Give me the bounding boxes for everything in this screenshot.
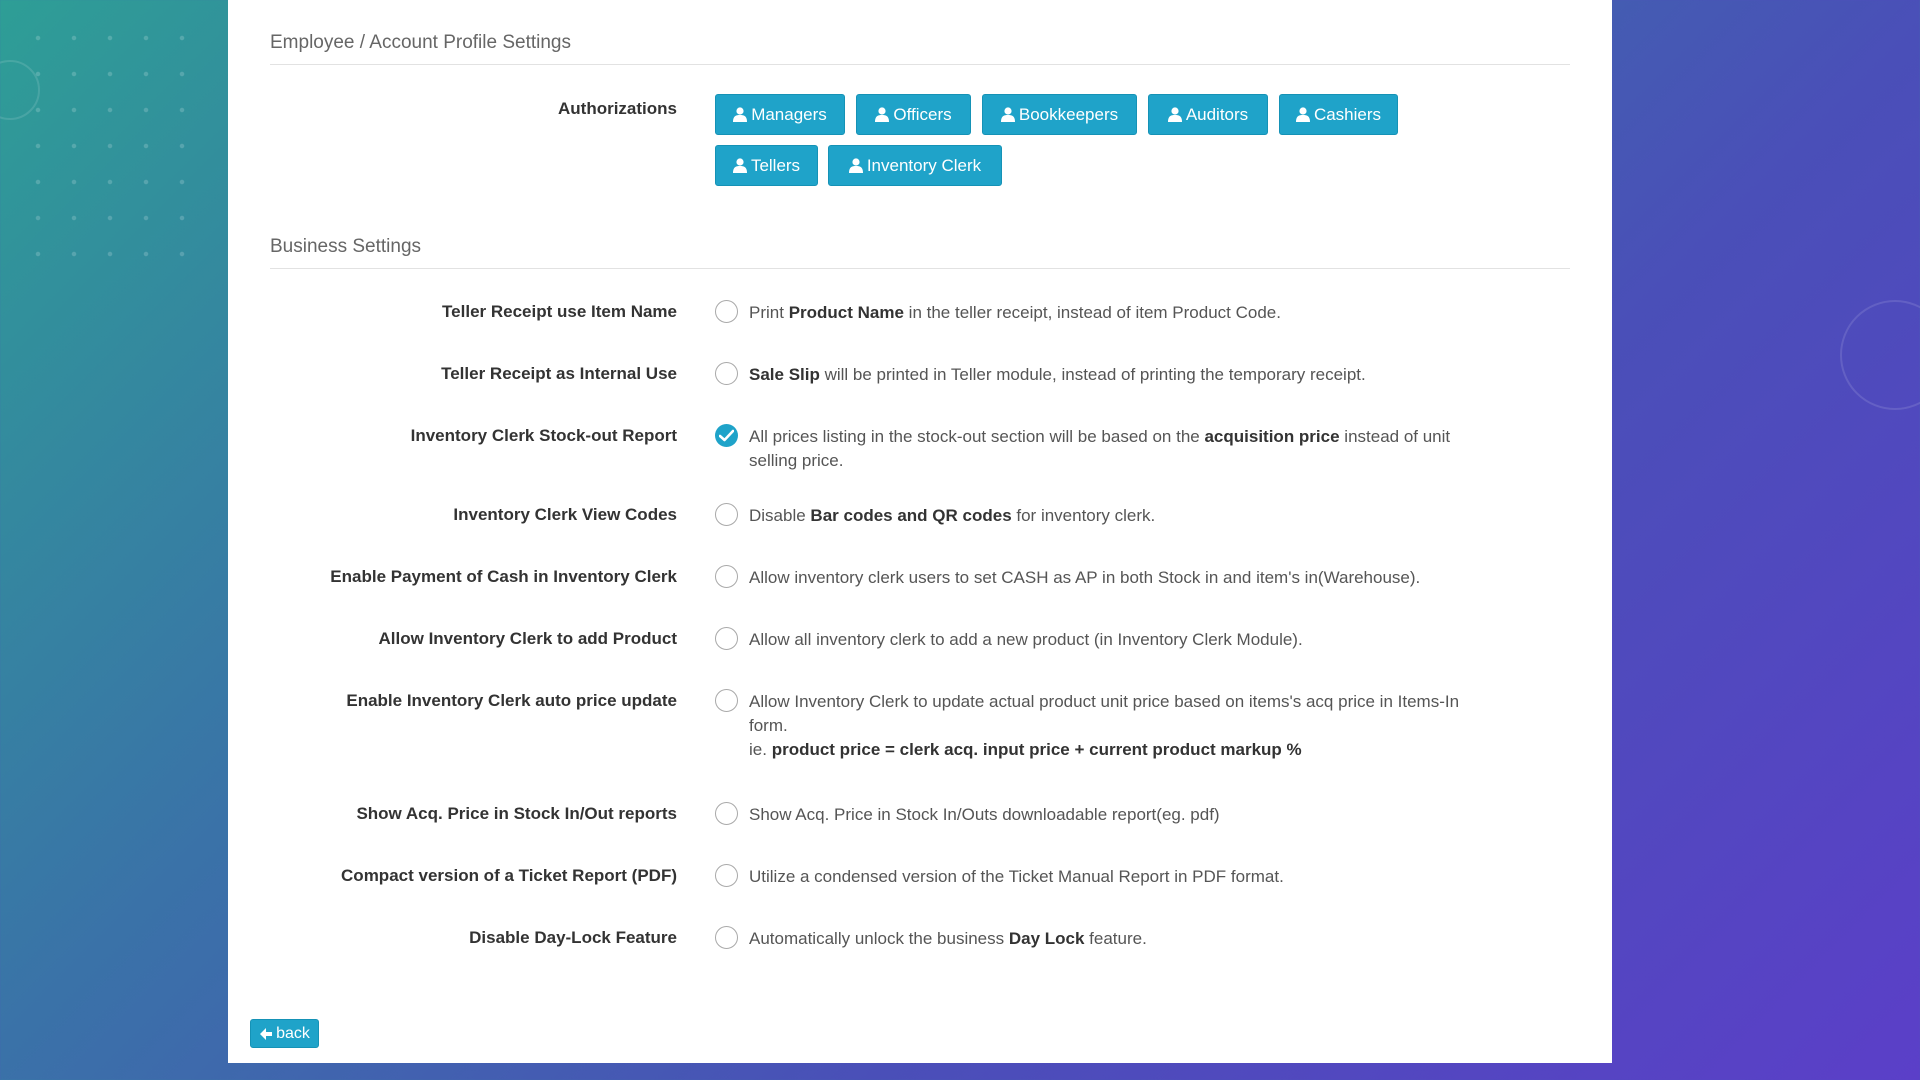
setting-description: Allow inventory clerk users to set CASH …	[749, 566, 1479, 590]
authorizations-label: Authorizations	[558, 99, 677, 118]
user-icon	[732, 158, 747, 173]
description-text: ie.	[749, 740, 772, 759]
officers-button-label: Officers	[893, 104, 952, 124]
setting-checkbox[interactable]	[715, 802, 738, 825]
setting-description: Allow Inventory Clerk to update actual p…	[749, 690, 1479, 762]
setting-label: Enable Payment of Cash in Inventory Cler…	[330, 567, 677, 586]
cashiers-button-label: Cashiers	[1313, 104, 1382, 124]
user-icon	[848, 158, 863, 173]
tellers-button-label: Tellers	[750, 155, 801, 175]
setting-description: Sale Slip will be printed in Teller modu…	[749, 363, 1479, 387]
tellers-button[interactable]: Tellers	[715, 145, 818, 186]
setting-label: Teller Receipt use Item Name	[442, 302, 677, 321]
bookkeepers-button[interactable]: Bookkeepers	[982, 94, 1137, 135]
setting-label: Show Acq. Price in Stock In/Out reports	[356, 804, 677, 823]
setting-checkbox[interactable]	[715, 565, 738, 588]
managers-button-label: Managers	[751, 104, 827, 124]
back-button-label: back	[276, 1024, 310, 1042]
managers-button[interactable]: Managers	[715, 94, 845, 135]
description-text: in the teller receipt, instead of item P…	[903, 303, 1281, 322]
description-text: Allow all inventory clerk to add a new p…	[749, 630, 1303, 649]
description-text: Allow inventory clerk users to set CASH …	[749, 568, 1421, 587]
employee-section-title: Employee / Account Profile Settings	[270, 32, 1570, 65]
user-icon	[1167, 107, 1182, 122]
arrow-left-icon	[260, 1027, 273, 1040]
description-text: Show Acq. Price in Stock In/Outs downloa…	[749, 805, 1220, 824]
description-emphasis: Product Name	[788, 303, 904, 322]
back-button[interactable]: back	[250, 1019, 319, 1048]
setting-checkbox-checked[interactable]	[715, 424, 738, 447]
description-text: will be printed in Teller module, instea…	[819, 365, 1366, 384]
auditors-button[interactable]: Auditors	[1148, 94, 1268, 135]
setting-checkbox[interactable]	[715, 689, 738, 712]
check-icon	[719, 429, 734, 442]
description-text: for inventory clerk.	[1011, 506, 1156, 525]
setting-checkbox[interactable]	[715, 864, 738, 887]
settings-panel: Employee / Account Profile Settings Auth…	[228, 0, 1612, 1063]
inventory-clerk-button-label: Inventory Clerk	[866, 155, 982, 175]
setting-description: Allow all inventory clerk to add a new p…	[749, 628, 1479, 652]
setting-label: Inventory Clerk Stock-out Report	[410, 426, 677, 445]
setting-description: Automatically unlock the business Day Lo…	[749, 927, 1479, 951]
description-text: Allow Inventory Clerk to update actual p…	[749, 692, 1460, 735]
description-text: Disable	[749, 506, 811, 525]
background-dot-pattern	[20, 20, 210, 280]
user-icon	[1295, 107, 1310, 122]
background-ring-right	[1840, 300, 1920, 410]
business-section-title: Business Settings	[270, 236, 1570, 269]
description-text: All prices listing in the stock-out sect…	[749, 427, 1205, 446]
description-text: Utilize a condensed version of the Ticke…	[749, 867, 1284, 886]
officers-button[interactable]: Officers	[856, 94, 971, 135]
auditors-button-label: Auditors	[1185, 104, 1249, 124]
user-icon	[875, 107, 890, 122]
setting-description: All prices listing in the stock-out sect…	[749, 425, 1479, 473]
description-emphasis: product price = clerk acq. input price +…	[771, 740, 1302, 759]
user-icon	[733, 107, 748, 122]
setting-checkbox[interactable]	[715, 362, 738, 385]
setting-checkbox[interactable]	[715, 627, 738, 650]
description-text: Print	[749, 303, 789, 322]
setting-description: Show Acq. Price in Stock In/Outs downloa…	[749, 803, 1479, 827]
description-emphasis: acquisition price	[1204, 427, 1340, 446]
setting-label: Inventory Clerk View Codes	[453, 505, 677, 524]
setting-label: Allow Inventory Clerk to add Product	[378, 629, 677, 648]
setting-label: Enable Inventory Clerk auto price update	[346, 691, 677, 710]
setting-description: Print Product Name in the teller receipt…	[749, 301, 1479, 325]
description-emphasis: Sale Slip	[749, 365, 820, 384]
setting-checkbox[interactable]	[715, 926, 738, 949]
user-icon	[1000, 107, 1015, 122]
inventory-clerk-button[interactable]: Inventory Clerk	[828, 145, 1002, 186]
setting-label: Compact version of a Ticket Report (PDF)	[341, 866, 677, 885]
description-text: feature.	[1084, 929, 1147, 948]
setting-description: Utilize a condensed version of the Ticke…	[749, 865, 1479, 889]
setting-description: Disable Bar codes and QR codes for inven…	[749, 504, 1479, 528]
description-text: Automatically unlock the business	[749, 929, 1009, 948]
setting-label: Disable Day-Lock Feature	[469, 928, 677, 947]
description-emphasis: Day Lock	[1008, 929, 1085, 948]
description-emphasis: Bar codes and QR codes	[810, 506, 1012, 525]
setting-checkbox[interactable]	[715, 503, 738, 526]
cashiers-button[interactable]: Cashiers	[1279, 94, 1398, 135]
setting-label: Teller Receipt as Internal Use	[441, 364, 677, 383]
bookkeepers-button-label: Bookkeepers	[1018, 104, 1119, 124]
setting-checkbox[interactable]	[715, 300, 738, 323]
